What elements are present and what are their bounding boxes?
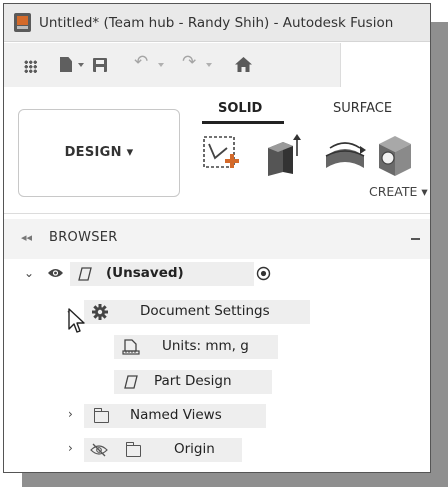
hole-icon[interactable] — [377, 134, 417, 178]
tab-solid[interactable]: SOLID — [218, 101, 262, 116]
active-tab-indicator — [202, 121, 284, 124]
box-icon — [124, 375, 138, 389]
document-tab[interactable] — [340, 43, 430, 87]
save-icon[interactable] — [93, 58, 107, 72]
tree-item-part-design[interactable]: Part Design — [114, 370, 274, 394]
named-views-label: Named Views — [130, 407, 222, 423]
folder-icon — [94, 408, 109, 423]
tree-root-label: (Unsaved) — [106, 265, 184, 281]
gear-icon — [92, 304, 108, 320]
create-sketch-icon[interactable] — [201, 134, 245, 176]
folder-icon — [126, 442, 141, 457]
window-title: Untitled* (Team hub - Randy Shih) - Auto… — [39, 15, 394, 31]
part-design-label: Part Design — [154, 373, 232, 389]
undo-icon[interactable]: ↶ — [134, 54, 148, 71]
component-icon — [78, 267, 92, 281]
quick-access-toolbar: ↶ ↷ — [4, 43, 430, 87]
title-bar: Untitled* (Team hub - Randy Shih) - Auto… — [4, 4, 430, 42]
chevron-right-icon[interactable]: › — [68, 407, 73, 421]
tree-root-row[interactable]: ⌄ (Unsaved) — [24, 262, 284, 286]
eye-hidden-icon[interactable] — [90, 443, 108, 457]
minimize-icon[interactable] — [411, 238, 420, 240]
ribbon: DESIGN ▾ SOLID SURFACE CREATE ▾ — [4, 88, 430, 214]
origin-label: Origin — [174, 441, 215, 457]
ruler-icon — [122, 339, 140, 355]
file-icon[interactable] — [60, 57, 72, 72]
workspace-switcher-button[interactable]: DESIGN ▾ — [18, 109, 180, 197]
revolve-icon[interactable] — [322, 138, 368, 178]
browser-header: ◂◂ BROWSER — [4, 219, 430, 259]
tree-item-origin[interactable]: › Origin — [64, 438, 244, 462]
mouse-cursor-icon — [68, 308, 85, 333]
chevron-down-icon[interactable] — [158, 63, 164, 67]
app-window: Untitled* (Team hub - Randy Shih) - Auto… — [3, 3, 431, 473]
redo-icon[interactable]: ↷ — [182, 54, 196, 71]
tab-surface[interactable]: SURFACE — [333, 101, 392, 116]
tree-item-named-views[interactable]: › Named Views — [64, 404, 274, 428]
tree-item-units[interactable]: Units: mm, g — [114, 335, 284, 359]
workspace-label: DESIGN ▾ — [64, 145, 134, 160]
fusion-app-icon — [14, 13, 31, 32]
units-label: Units: mm, g — [162, 338, 249, 354]
eye-icon[interactable] — [47, 267, 64, 279]
grid-icon[interactable] — [24, 60, 37, 73]
radio-active-icon[interactable] — [256, 266, 271, 281]
chevron-down-icon[interactable] — [206, 63, 212, 67]
collapse-panel-icon[interactable]: ◂◂ — [21, 231, 32, 244]
create-menu-button[interactable]: CREATE ▾ — [369, 184, 428, 199]
chevron-down-icon[interactable]: ⌄ — [24, 266, 34, 280]
extrude-icon[interactable] — [263, 132, 303, 178]
chevron-down-icon[interactable] — [78, 63, 84, 67]
document-settings-label: Document Settings — [140, 303, 270, 319]
chevron-right-icon[interactable]: › — [68, 441, 73, 455]
home-icon[interactable] — [235, 57, 252, 72]
tree-item-document-settings[interactable]: ⌄ Document Settings — [64, 300, 314, 324]
browser-title: BROWSER — [49, 230, 118, 245]
